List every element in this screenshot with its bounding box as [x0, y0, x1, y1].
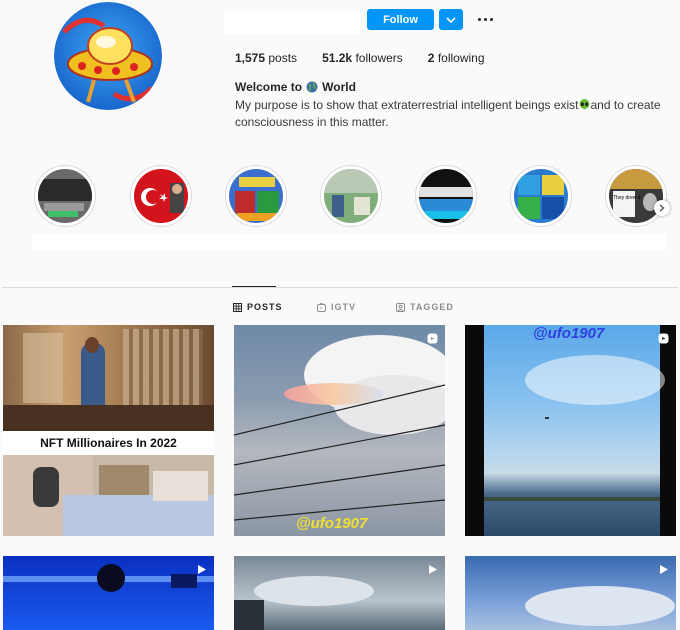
post-watermark: @ufo1907 [296, 515, 368, 532]
tagged-icon [396, 302, 405, 312]
chevron-right-icon [659, 204, 665, 212]
posts-count: 1,575 posts [235, 51, 298, 65]
reel-icon [427, 333, 438, 344]
bio-description: My purpose is to show that extraterrestr… [235, 98, 661, 129]
grid-icon [233, 302, 242, 312]
post-blue-sky[interactable] [465, 556, 676, 630]
globe-icon [306, 81, 318, 93]
post-solar-observation[interactable] [3, 556, 214, 630]
reel-icon [658, 333, 669, 344]
highlights-strip [32, 234, 666, 250]
video-icon [429, 565, 437, 574]
highlights-next-button[interactable] [654, 200, 670, 216]
highlight-green-video[interactable] [320, 165, 382, 227]
followers-count[interactable]: 51.2k followers [322, 51, 403, 65]
highlight-caption: They drew it [613, 195, 641, 201]
follow-button[interactable]: Follow [367, 9, 434, 30]
profile-stats: 1,575 posts 51.2k followers 2 following [235, 51, 485, 65]
tabs-divider [2, 287, 678, 288]
username-placeholder [224, 9, 360, 34]
highlight-they-drew-it[interactable]: They drew it [605, 165, 667, 227]
story-highlights: They drew it [0, 165, 680, 229]
highlight-dark-scene[interactable] [34, 165, 96, 227]
post-ufo-sea[interactable]: @ufo1907 [465, 325, 676, 536]
profile-picture[interactable] [54, 2, 162, 110]
alien-icon [579, 99, 589, 110]
post-cloudy-horizon[interactable] [234, 556, 445, 630]
active-tab-indicator [232, 286, 276, 287]
following-count[interactable]: 2 following [428, 51, 485, 65]
chevron-down-icon [446, 16, 456, 23]
tab-tagged[interactable]: TAGGED [396, 302, 454, 312]
igtv-icon [317, 302, 326, 312]
video-icon [198, 565, 206, 574]
highlight-turkish-flag[interactable] [130, 165, 192, 227]
post-nft-millionaires[interactable]: NFT Millionaires In 2022 [3, 325, 214, 536]
suggested-dropdown-button[interactable] [439, 9, 463, 30]
tab-posts[interactable]: POSTS [233, 302, 283, 312]
video-icon [660, 565, 668, 574]
post-cloud-sky[interactable]: @ufo1907 [234, 325, 445, 536]
highlight-blue-screen[interactable] [415, 165, 477, 227]
bio-title: Welcome to World [235, 80, 356, 94]
highlight-colorful-collage[interactable] [225, 165, 287, 227]
post-watermark: @ufo1907 [533, 325, 605, 342]
post-caption: NFT Millionaires In 2022 [40, 436, 177, 450]
more-dots-icon [477, 17, 481, 21]
highlight-map-collage[interactable] [510, 165, 572, 227]
more-options-button[interactable] [474, 10, 496, 28]
tab-igtv[interactable]: IGTV [317, 302, 356, 312]
